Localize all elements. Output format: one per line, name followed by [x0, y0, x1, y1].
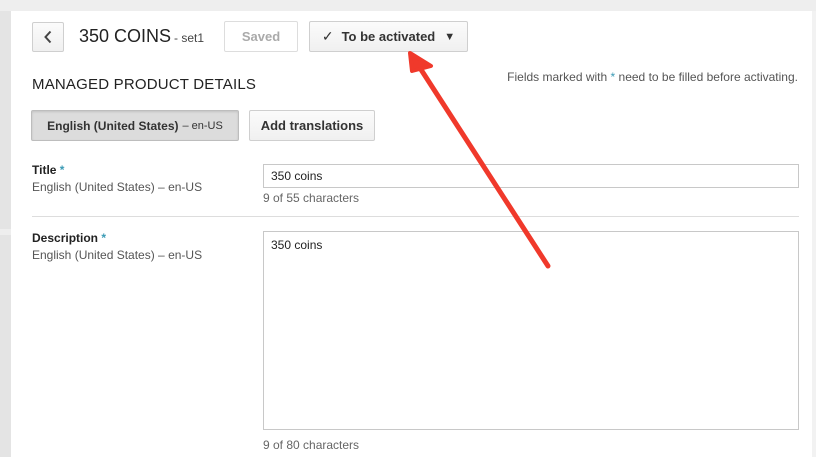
note-text: Fields marked with — [507, 70, 611, 84]
required-fields-note: Fields marked with * need to be filled b… — [507, 70, 798, 84]
language-tab-en-us[interactable]: English (United States) – en-US — [31, 110, 239, 141]
language-code: – en-US — [182, 119, 223, 132]
product-set-label: - set1 — [174, 31, 205, 45]
status-dropdown-button[interactable]: ✓ To be activated ▼ — [309, 21, 468, 52]
right-edge — [812, 11, 816, 457]
description-field-label: Description * — [32, 231, 106, 245]
description-field-language: English (United States) – en-US — [32, 248, 203, 262]
title-field-language: English (United States) – en-US — [32, 180, 203, 194]
section-title: MANAGED PRODUCT DETAILS — [32, 76, 257, 93]
caret-down-icon: ▼ — [444, 30, 456, 43]
description-char-counter: 9 of 80 characters — [263, 438, 360, 452]
add-translations-button[interactable]: Add translations — [249, 110, 375, 141]
check-icon: ✓ — [321, 28, 334, 44]
status-label: To be activated — [341, 29, 436, 44]
title-input[interactable] — [263, 164, 799, 188]
required-marker: * — [101, 231, 107, 245]
left-panel-segment — [0, 235, 11, 457]
left-panel-segment — [0, 11, 11, 229]
chevron-left-icon — [43, 30, 53, 44]
required-marker: * — [59, 163, 65, 177]
language-name: English (United States) — [47, 118, 179, 133]
description-label-text: Description — [32, 231, 99, 245]
title-field-label: Title * — [32, 163, 64, 177]
left-background — [0, 0, 11, 457]
description-textarea[interactable]: 350 coins — [263, 231, 799, 430]
product-title: 350 COINS — [79, 26, 172, 46]
saved-button[interactable]: Saved — [224, 21, 298, 52]
note-text-end: need to be filled before activating. — [615, 70, 798, 84]
field-divider — [32, 216, 799, 217]
title-char-counter: 9 of 55 characters — [263, 191, 360, 205]
page-title: 350 COINS - set1 — [79, 26, 204, 47]
top-background — [0, 0, 816, 11]
back-button[interactable] — [32, 22, 64, 52]
title-label-text: Title — [32, 163, 57, 177]
